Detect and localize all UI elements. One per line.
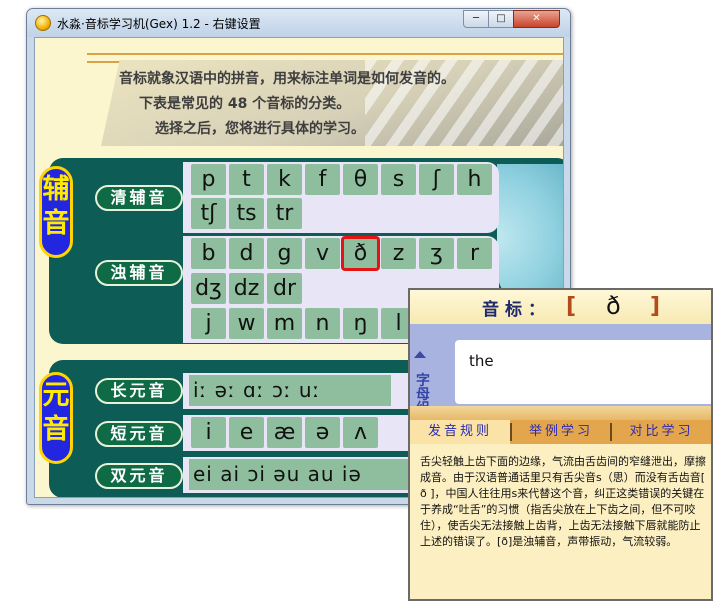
intro-line-2: 下表是常见的 48 个音标的分类。 (139, 96, 351, 112)
phonetic-symbol-button[interactable]: k (267, 164, 302, 195)
phonetic-symbol-button[interactable]: θ (343, 164, 378, 195)
vertical-label-char: 母 (416, 387, 430, 403)
phonetic-symbol-button[interactable]: h (457, 164, 492, 195)
triangle-up-icon (414, 351, 426, 358)
intro-line-3: 选择之后，您将进行具体的学习。 (155, 121, 365, 137)
phonetic-symbol-button[interactable]: s (381, 164, 416, 195)
consonant-label-char-1: 辅 (42, 174, 70, 205)
tab-pronunciation-rules[interactable]: 发音规则 (410, 420, 510, 444)
popup-divider (410, 406, 711, 420)
vowel-label-char-1: 元 (42, 380, 70, 411)
phonetic-symbol-button[interactable]: dz (229, 273, 264, 304)
phonetic-detail-popup: 音标： [ ð ] 字 母 组 合 the 发音规则 举例学习 对比学习 舌尖轻… (408, 288, 713, 601)
short-vowel-label: 短元音 (95, 421, 183, 447)
phonetic-symbol-button[interactable]: m (267, 308, 302, 339)
title-bar[interactable]: 水淼·音标学习机(Gex) 1.2 - 右键设置 ─ □ ✕ (27, 9, 570, 37)
phonetic-symbol-button[interactable]: æ (267, 417, 302, 448)
phonetic-symbol-button[interactable]: dr (267, 273, 302, 304)
window-title: 水淼·音标学习机(Gex) 1.2 - 右键设置 (57, 17, 261, 31)
phonetic-symbol-button[interactable]: ŋ (343, 308, 378, 339)
tab-comparison-learning[interactable]: 对比学习 (612, 420, 711, 444)
diphthong-label: 双元音 (95, 463, 183, 489)
phonetic-symbol-button[interactable]: r (457, 238, 492, 269)
phonetic-symbol-button[interactable]: z (381, 238, 416, 269)
popup-tabs: 发音规则 举例学习 对比学习 (410, 420, 711, 444)
phonetic-symbol-button[interactable]: tr (267, 198, 302, 229)
phonetic-symbol-button[interactable]: f (305, 164, 340, 195)
vowel-section-label: 元 音 (39, 372, 73, 464)
long-vowel-label: 长元音 (95, 378, 183, 404)
phonetic-symbol-button[interactable]: v (305, 238, 340, 269)
popup-header: 音标： [ ð ] (410, 290, 711, 325)
phonetic-symbol-button[interactable]: ə (305, 417, 340, 448)
phonetic-symbol-button[interactable]: t (229, 164, 264, 195)
maximize-button[interactable]: □ (488, 10, 514, 28)
minimize-button[interactable]: ─ (463, 10, 489, 28)
popup-symbol: ð (606, 292, 621, 320)
phonetic-symbol-button[interactable]: w (229, 308, 264, 339)
phonetic-symbol-button[interactable]: d (229, 238, 264, 269)
intro-line-1: 音标就象汉语中的拼音，用来标注单词是如何发音的。 (119, 71, 455, 87)
popup-open-bracket: [ (566, 294, 577, 319)
consonant-section-label: 辅 音 (39, 166, 73, 258)
phonetic-symbol-button[interactable]: b (191, 238, 226, 269)
voiced-consonant-label: 浊辅音 (95, 260, 183, 286)
voiceless-consonant-label: 清辅音 (95, 185, 183, 211)
phonetic-symbol-button[interactable]: i (191, 417, 226, 448)
selected-phonetic-symbol-button[interactable]: ð (341, 236, 380, 271)
example-word: the (469, 352, 494, 370)
app-icon[interactable] (35, 15, 51, 31)
consonant-label-char-2: 音 (42, 208, 70, 239)
phonetic-symbol-button[interactable]: ʌ (343, 417, 378, 448)
close-button[interactable]: ✕ (513, 10, 560, 28)
phonetic-symbol-button[interactable]: dʒ (191, 273, 226, 304)
phonetic-symbol-button[interactable]: e (229, 417, 264, 448)
phonetic-symbol-button[interactable]: ts (229, 198, 264, 229)
tab-example-learning[interactable]: 举例学习 (512, 420, 610, 444)
phonetic-symbol-button[interactable]: g (267, 238, 302, 269)
phonetic-symbol-button[interactable]: tʃ (191, 198, 226, 229)
phonetic-symbol-button[interactable]: j (191, 308, 226, 339)
long-vowel-symbols[interactable]: iː əː ɑː ɔː uː (189, 375, 391, 406)
phonetic-symbol-button[interactable]: ʃ (419, 164, 454, 195)
vertical-label-char: 字 (416, 373, 430, 389)
vowel-label-char-2: 音 (42, 414, 70, 445)
phonetic-symbol-button[interactable]: ʒ (419, 238, 454, 269)
phonetic-symbol-button[interactable]: n (305, 308, 340, 339)
pronunciation-description: 舌尖轻触上齿下面的边缘，气流由舌齿间的窄缝泄出，摩擦成音。由于汉语普通话里只有舌… (420, 455, 706, 548)
popup-title: 音标： (482, 300, 551, 320)
example-word-box[interactable]: the (455, 340, 711, 404)
popup-close-bracket: ] (650, 294, 661, 319)
phonetic-symbol-button[interactable]: p (191, 164, 226, 195)
